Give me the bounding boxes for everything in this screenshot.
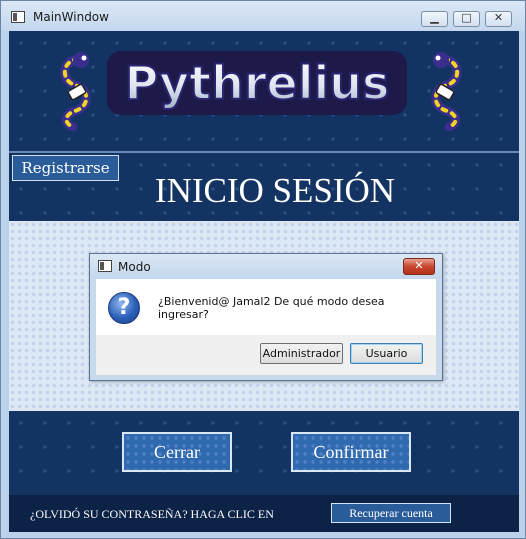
actions-band — [9, 411, 519, 491]
close-icon: ✕ — [493, 11, 504, 24]
app-icon — [11, 11, 25, 23]
dialog-title: Modo — [118, 260, 151, 274]
pythrelius-logo: Pythrelius — [107, 51, 407, 115]
dialog-body: ? ¿Bienvenid@ Jamal2 De qué modo desea i… — [96, 279, 436, 335]
snake-mascot-right-icon — [431, 52, 462, 131]
minimize-button[interactable]: ▁ — [421, 11, 448, 27]
user-button[interactable]: Usuario — [350, 343, 423, 364]
administrator-button[interactable]: Administrador — [260, 343, 343, 364]
main-window: MainWindow ▁ □ ✕ Pythrelius Registrarse … — [0, 0, 526, 539]
recover-account-button[interactable]: Recuperar cuenta — [331, 503, 451, 523]
minimize-icon: ▁ — [430, 11, 439, 24]
window-title: MainWindow — [33, 10, 109, 24]
forgot-password-text: ¿OLVIDÓ SU CONTRASEÑA? HAGA CLIC EN — [30, 507, 274, 521]
client-area: Pythrelius Registrarse INICIO SESIÓN Mod… — [9, 31, 519, 532]
close-window-button[interactable]: ✕ — [485, 11, 512, 27]
dialog-message: ¿Bienvenid@ Jamal2 De qué modo desea ing… — [158, 295, 385, 321]
dialog-button-bar: Administrador Usuario — [96, 335, 436, 375]
question-icon: ? — [108, 292, 140, 324]
close-icon: ✕ — [414, 259, 424, 272]
dialog-close-button[interactable]: ✕ — [403, 258, 435, 275]
mode-dialog: Modo ✕ ? ¿Bienvenid@ Jamal2 De qué modo … — [89, 253, 443, 381]
dialog-app-icon — [98, 260, 112, 272]
maximize-icon: □ — [461, 11, 472, 24]
confirm-button[interactable]: Confirmar — [291, 432, 411, 472]
snake-mascot-left-icon — [60, 52, 91, 131]
close-button[interactable]: Cerrar — [122, 432, 232, 472]
window-titlebar: MainWindow ▁ □ ✕ — [1, 1, 525, 31]
page-title: INICIO SESIÓN — [154, 171, 396, 210]
logo-text: Pythrelius — [125, 56, 390, 110]
dialog-titlebar: Modo ✕ — [90, 254, 442, 279]
maximize-button[interactable]: □ — [453, 11, 480, 27]
divider — [9, 151, 519, 153]
